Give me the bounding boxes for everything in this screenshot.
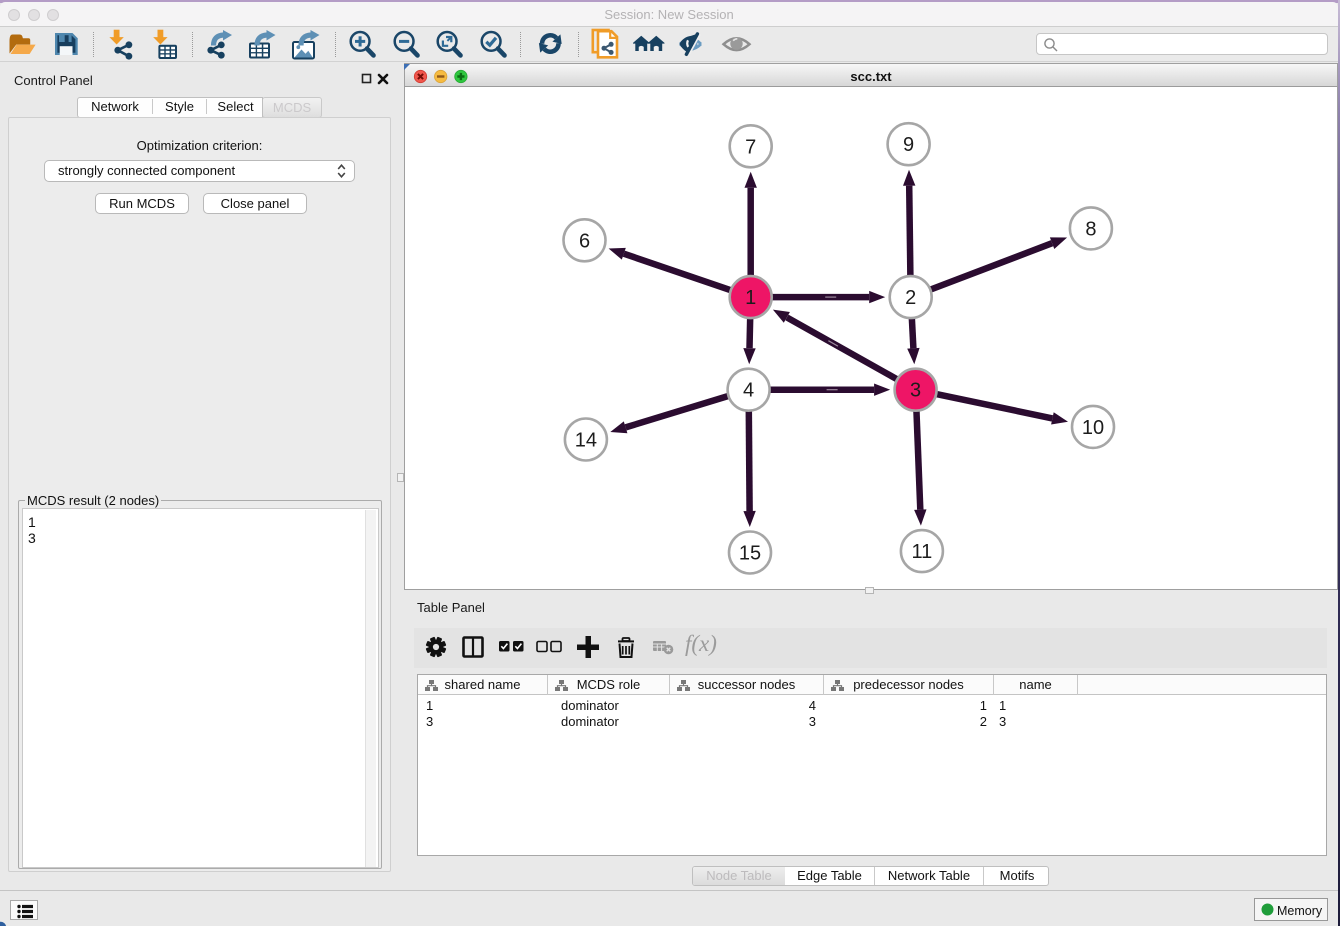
svg-text:10: 10: [1081, 417, 1103, 439]
svg-text:4: 4: [743, 380, 754, 402]
svg-text:11: 11: [911, 541, 932, 563]
svg-text:6: 6: [578, 230, 589, 252]
svg-text:2: 2: [905, 287, 916, 309]
svg-text:14: 14: [574, 430, 596, 452]
svg-text:3: 3: [910, 380, 921, 402]
svg-text:9: 9: [903, 134, 914, 156]
svg-text:15: 15: [738, 543, 760, 565]
svg-text:7: 7: [745, 136, 756, 158]
svg-text:1: 1: [745, 287, 756, 309]
svg-text:8: 8: [1085, 218, 1096, 240]
